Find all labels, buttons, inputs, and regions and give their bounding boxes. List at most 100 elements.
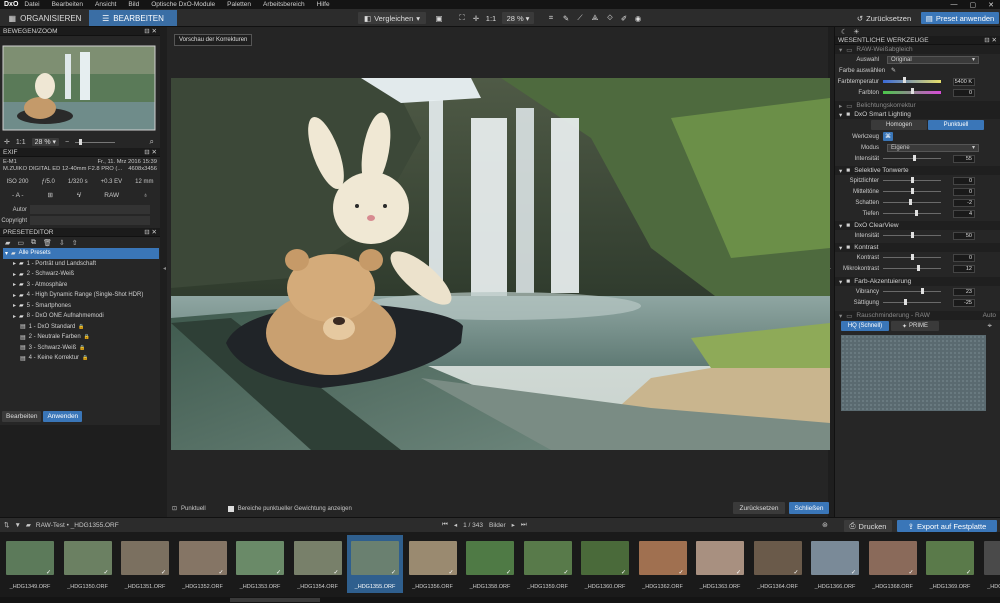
tone-knob[interactable] <box>911 188 914 194</box>
print-button[interactable]: ⎙ Drucken <box>844 520 892 532</box>
new-preset-icon[interactable]: ▭ <box>17 239 24 247</box>
vibrancy-slider[interactable] <box>883 288 941 294</box>
local-close-button[interactable]: Schließen <box>789 502 829 514</box>
chevron-right-icon[interactable]: ▸ <box>13 313 16 320</box>
maximize-icon[interactable]: ▢ <box>970 1 977 9</box>
clearview-knob[interactable] <box>911 232 914 238</box>
last-icon[interactable]: ⏭ <box>521 521 527 529</box>
noise-auto[interactable]: Auto <box>983 312 996 319</box>
filmstrip-thumbnail[interactable]: ✓ _HDG1364.ORF <box>750 535 806 593</box>
prev-icon[interactable]: ◂ <box>454 521 457 529</box>
vibrancy-value[interactable]: 23 <box>953 287 975 296</box>
first-icon[interactable]: ⏮ <box>442 521 448 529</box>
filmstrip-thumbnail[interactable]: ✓ _HDG1359.ORF <box>520 535 576 593</box>
eyedropper-icon[interactable]: ✎ <box>560 12 572 24</box>
reset-button[interactable]: ↺ Zurücksetzen <box>852 12 916 24</box>
play-icon[interactable]: ⊛ <box>822 521 828 529</box>
chevron-right-icon[interactable]: ▸ <box>13 281 16 288</box>
delete-icon[interactable]: 🗑 <box>43 239 52 247</box>
intensity-value[interactable]: 55 <box>953 154 975 163</box>
filmstrip-thumbnail[interactable]: ✓ _HDG1350.ORF <box>60 535 116 593</box>
local-reset-button[interactable]: Zurücksetzen <box>733 502 785 514</box>
preset-item[interactable]: ▤ 3 - Schwarz-Weiß 🔒 <box>3 343 160 354</box>
export-icon[interactable]: ⇧ <box>72 239 78 247</box>
filmstrip-thumbnail[interactable]: ✓ _HDG1351.ORF <box>117 535 173 593</box>
sun-icon[interactable]: ☀ <box>853 28 859 36</box>
duplicate-icon[interactable]: ⧉ <box>31 239 36 247</box>
clearview-value[interactable]: 50 <box>953 231 975 240</box>
filmstrip-thumbnail[interactable]: ✓ _HDG1360.ORF <box>577 535 633 593</box>
menu-item-ansicht[interactable]: Ansicht <box>95 1 116 8</box>
repair-icon[interactable]: ✐ <box>618 12 630 24</box>
micro-value[interactable]: 12 <box>953 264 975 273</box>
new-folder-icon[interactable]: ▰ <box>5 239 10 247</box>
smart-punktuell-button[interactable]: Punktuell <box>928 120 984 130</box>
chevron-right-icon[interactable]: ▸ <box>13 302 16 309</box>
tone-knob[interactable] <box>909 199 912 205</box>
tone-value[interactable]: 4 <box>953 209 975 218</box>
menu-item-bild[interactable]: Bild <box>128 1 139 8</box>
split-view-icon[interactable]: ▣ <box>432 12 446 24</box>
filmstrip-thumbnail[interactable]: ✓_HDG1370.ORF <box>980 535 1000 593</box>
face-select-icon[interactable]: ⌘ <box>883 132 893 141</box>
export-button[interactable]: ⇪ Export auf Festplatte <box>897 520 997 532</box>
straighten-icon[interactable]: ⟋ <box>574 12 586 24</box>
filmstrip-thumbnail[interactable]: ✓ _HDG1352.ORF <box>175 535 231 593</box>
menu-item-datei[interactable]: Datei <box>24 1 39 8</box>
preset-item[interactable]: ▤ 1 - DxO Standard 🔒 <box>3 322 160 333</box>
sort-icon[interactable]: ⇅ <box>4 521 9 529</box>
tone-value[interactable]: 0 <box>953 187 975 196</box>
tone-slider[interactable] <box>883 188 941 194</box>
temp-slider[interactable] <box>883 77 941 83</box>
moon-icon[interactable]: ☾ <box>841 28 847 36</box>
preset-folder-item[interactable]: ▾ ▰ Alle Presets <box>3 248 159 259</box>
section-smart-lighting[interactable]: ▾ ■ DxO Smart Lighting <box>835 110 1000 119</box>
chevron-right-icon[interactable]: ▸ <box>13 271 16 278</box>
minimize-icon[interactable]: — <box>951 1 958 9</box>
tone-value[interactable]: 0 <box>953 176 975 185</box>
tone-slider[interactable] <box>883 199 941 205</box>
tint-value[interactable]: 0 <box>953 88 975 97</box>
micro-knob[interactable] <box>917 265 920 271</box>
menu-item-arbeitsbereich[interactable]: Arbeitsbereich <box>263 1 305 8</box>
preset-folder-item[interactable]: ▸ ▰ 4 - High Dynamic Range (Single-Shot HD… <box>3 290 160 301</box>
import-icon[interactable]: ⇩ <box>59 239 65 247</box>
crop-icon[interactable]: ⌗ <box>545 12 557 24</box>
menu-item-hilfe[interactable]: Hilfe <box>317 1 330 8</box>
section-noise[interactable]: ▾ ▭ Rauschminderung - RAW Auto <box>835 311 1000 320</box>
panel-pin-icon[interactable]: ⊟ ✕ <box>144 228 157 236</box>
mode-select[interactable]: Eigene ▾ <box>887 143 979 152</box>
temp-knob[interactable] <box>903 77 906 83</box>
tint-knob[interactable] <box>911 88 914 94</box>
vibrancy-knob[interactable] <box>921 288 924 294</box>
nav-zoom-1to1[interactable]: 1:1 <box>16 139 26 146</box>
apply-preset-button[interactable]: ▤ Preset anwenden <box>921 12 999 24</box>
scrollbar-thumb[interactable] <box>230 598 320 602</box>
section-exposure[interactable]: ▸ ▭ Belichtungskorrektur <box>835 101 1000 110</box>
move-icon[interactable]: ✛ <box>470 12 482 24</box>
section-tones[interactable]: ▾ ■ Selektive Tonwerte <box>835 166 1000 175</box>
intensity-slider[interactable] <box>883 155 941 161</box>
menu-item-dxo-module[interactable]: Optische DxO-Module <box>151 1 215 8</box>
panel-pin-icon[interactable]: ⊟ ✕ <box>144 148 157 156</box>
wb-selection-select[interactable]: Original ▾ <box>887 55 979 64</box>
search-icon[interactable]: ⌕ <box>150 137 154 147</box>
tone-value[interactable]: -2 <box>953 198 975 207</box>
preset-edit-button[interactable]: Bearbeiten <box>2 410 42 422</box>
filmstrip-thumbnail[interactable]: ✓ _HDG1368.ORF <box>865 535 921 593</box>
section-color[interactable]: ▾ ■ Farb-Akzentuierung <box>835 277 1000 286</box>
filmstrip-scrollbar[interactable] <box>0 597 1000 603</box>
zoom-1to1-button[interactable]: 1:1 <box>484 12 498 24</box>
clearview-slider[interactable] <box>883 232 941 238</box>
move-icon[interactable]: ✛ <box>4 138 10 146</box>
section-clearview[interactable]: ▾ ■ DxO ClearView <box>835 221 1000 230</box>
filmstrip-thumbnail[interactable]: ✓ _HDG1355.ORF <box>347 535 403 593</box>
eyedropper-icon[interactable]: ✎ <box>891 67 896 74</box>
preset-folder-item[interactable]: ▸ ▰ 3 - Atmosphäre <box>3 280 160 291</box>
author-field[interactable] <box>30 205 150 214</box>
filmstrip-thumbnail[interactable]: ✓ _HDG1362.ORF <box>635 535 691 593</box>
filmstrip-thumbnail[interactable]: ✓ _HDG1363.ORF <box>692 535 748 593</box>
noise-prime-button[interactable]: ✦ PRIME <box>891 321 939 331</box>
copyright-field[interactable] <box>30 216 150 225</box>
tone-knob[interactable] <box>911 177 914 183</box>
